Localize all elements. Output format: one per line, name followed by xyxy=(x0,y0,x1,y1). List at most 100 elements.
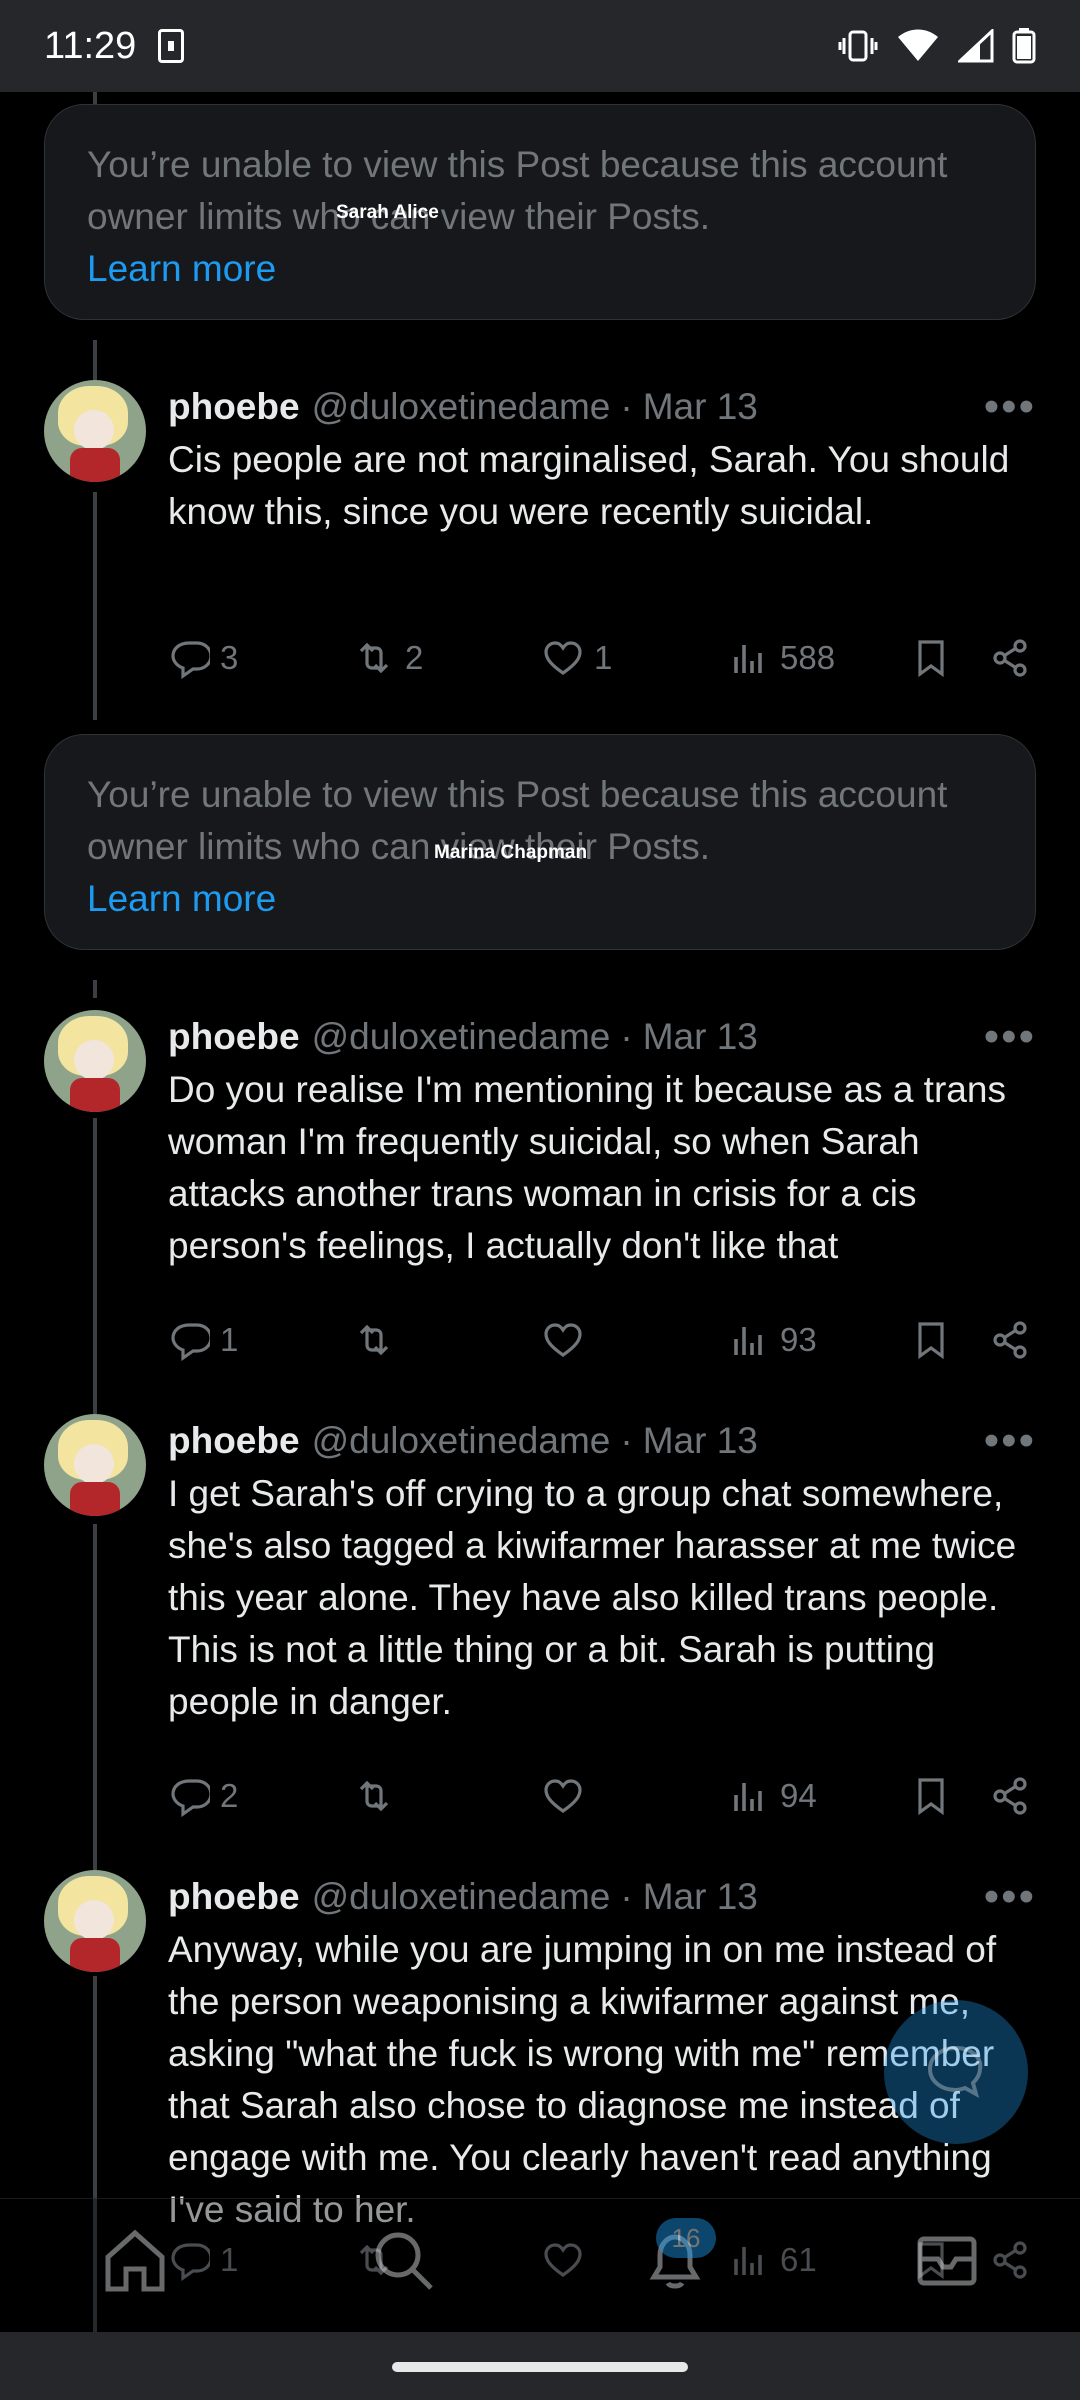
handle[interactable]: @duloxetinedame xyxy=(312,386,611,428)
display-name[interactable]: phoebe xyxy=(168,1876,300,1918)
repost-button[interactable] xyxy=(353,1768,405,1824)
avatar[interactable] xyxy=(44,1870,146,1972)
compose-button[interactable] xyxy=(884,2000,1028,2144)
like-count: 1 xyxy=(594,639,613,676)
signal-icon xyxy=(958,29,994,63)
like-icon xyxy=(544,1323,582,1357)
post-text: Cis people are not marginalised, Sarah. … xyxy=(168,439,1010,532)
bookmark-icon xyxy=(918,1322,944,1360)
learn-more-link[interactable]: Learn more xyxy=(87,873,993,925)
views-button[interactable]: 588 xyxy=(728,630,835,686)
views-count: 588 xyxy=(780,639,836,676)
name-overlay: Sarah Alice xyxy=(336,202,439,223)
share-button[interactable] xyxy=(990,1312,1032,1368)
search-icon[interactable] xyxy=(368,2225,438,2295)
repost-icon xyxy=(359,1324,389,1356)
share-button[interactable] xyxy=(990,1768,1032,1824)
reply-count: 1 xyxy=(220,1321,239,1358)
post-actions: 1 93 xyxy=(168,1312,1038,1368)
bookmark-button[interactable] xyxy=(910,1312,952,1368)
like-button[interactable]: 1 xyxy=(542,630,612,686)
separator: · xyxy=(620,1420,633,1461)
separator: · xyxy=(620,386,633,427)
avatar[interactable] xyxy=(44,1010,146,1112)
handle[interactable]: @duloxetinedame xyxy=(312,1876,611,1918)
thread-line xyxy=(93,492,97,720)
sim-icon xyxy=(158,29,185,63)
post-actions: 3 2 1 588 xyxy=(168,630,1038,686)
repost-icon xyxy=(359,642,389,674)
thread-line xyxy=(93,1524,97,1924)
restricted-post-notice: You’re unable to view this Post because … xyxy=(44,104,1036,320)
post-header: phoebe @duloxetinedame · Mar 13 ••• xyxy=(168,1870,1036,1924)
thread-line xyxy=(93,92,97,104)
home-icon[interactable] xyxy=(100,2225,170,2295)
mail-icon[interactable] xyxy=(912,2225,982,2295)
name-overlay: Marina Chapman xyxy=(434,842,588,863)
post-date[interactable]: Mar 13 xyxy=(643,1876,758,1918)
notifications-badge: 16 xyxy=(656,2218,716,2258)
reply-icon xyxy=(171,641,210,679)
handle[interactable]: @duloxetinedame xyxy=(312,1016,611,1058)
reply-icon xyxy=(171,1323,210,1361)
reply-button[interactable]: 1 xyxy=(168,1312,238,1368)
learn-more-link[interactable]: Learn more xyxy=(87,243,993,295)
display-name[interactable]: phoebe xyxy=(168,1016,300,1058)
repost-button[interactable]: 2 xyxy=(353,630,423,686)
display-name[interactable]: phoebe xyxy=(168,1420,300,1462)
reply-button[interactable]: 2 xyxy=(168,1768,238,1824)
views-icon xyxy=(734,1327,762,1355)
post-header: phoebe @duloxetinedame · Mar 13 ••• xyxy=(168,380,1036,434)
separator: · xyxy=(620,1876,633,1917)
more-options-icon[interactable]: ••• xyxy=(984,1419,1036,1463)
post-actions: 2 94 xyxy=(168,1768,1038,1824)
wifi-icon xyxy=(898,29,938,61)
status-icons xyxy=(838,28,1036,64)
reply-icon xyxy=(171,1779,210,1817)
reply-count: 2 xyxy=(220,1777,239,1814)
views-count: 94 xyxy=(780,1777,817,1814)
avatar[interactable] xyxy=(44,380,146,482)
bookmark-icon xyxy=(918,1778,944,1816)
gesture-bar xyxy=(0,2332,1080,2400)
compose-icon xyxy=(927,2045,983,2099)
post-date[interactable]: Mar 13 xyxy=(643,386,758,428)
repost-count: 2 xyxy=(405,639,424,676)
views-count: 93 xyxy=(780,1321,817,1358)
reply-count: 3 xyxy=(220,639,239,676)
post-date[interactable]: Mar 13 xyxy=(643,1420,758,1462)
thread-line xyxy=(93,980,97,998)
more-options-icon[interactable]: ••• xyxy=(984,385,1036,429)
like-icon xyxy=(544,641,582,675)
clock: 11:29 xyxy=(44,24,137,67)
display-name[interactable]: phoebe xyxy=(168,386,300,428)
thread-feed: You’re unable to view this Post because … xyxy=(0,92,1080,2332)
bookmark-button[interactable] xyxy=(910,630,952,686)
bookmark-icon xyxy=(918,640,944,678)
like-button[interactable] xyxy=(542,1312,594,1368)
views-button[interactable]: 93 xyxy=(728,1312,817,1368)
repost-icon xyxy=(359,1780,389,1812)
share-icon xyxy=(993,1777,1027,1815)
avatar[interactable] xyxy=(44,1414,146,1516)
more-options-icon[interactable]: ••• xyxy=(984,1875,1036,1919)
bookmark-button[interactable] xyxy=(910,1768,952,1824)
share-icon xyxy=(993,639,1027,677)
post-date[interactable]: Mar 13 xyxy=(643,1016,758,1058)
like-button[interactable] xyxy=(542,1768,594,1824)
bottom-navigation xyxy=(0,2198,1080,2332)
views-icon xyxy=(734,1783,762,1811)
handle[interactable]: @duloxetinedame xyxy=(312,1420,611,1462)
share-icon xyxy=(993,1321,1027,1359)
home-gesture-handle[interactable] xyxy=(392,2362,688,2372)
thread-line xyxy=(93,1118,97,1428)
views-button[interactable]: 94 xyxy=(728,1768,817,1824)
more-options-icon[interactable]: ••• xyxy=(984,1015,1036,1059)
post-text: I get Sarah's off crying to a group chat… xyxy=(168,1473,1017,1722)
like-icon xyxy=(544,1779,582,1813)
repost-button[interactable] xyxy=(353,1312,405,1368)
post-text: Do you realise I'm mentioning it because… xyxy=(168,1069,1006,1266)
share-button[interactable] xyxy=(990,630,1032,686)
status-bar: 11:29 xyxy=(0,0,1080,92)
reply-button[interactable]: 3 xyxy=(168,630,238,686)
